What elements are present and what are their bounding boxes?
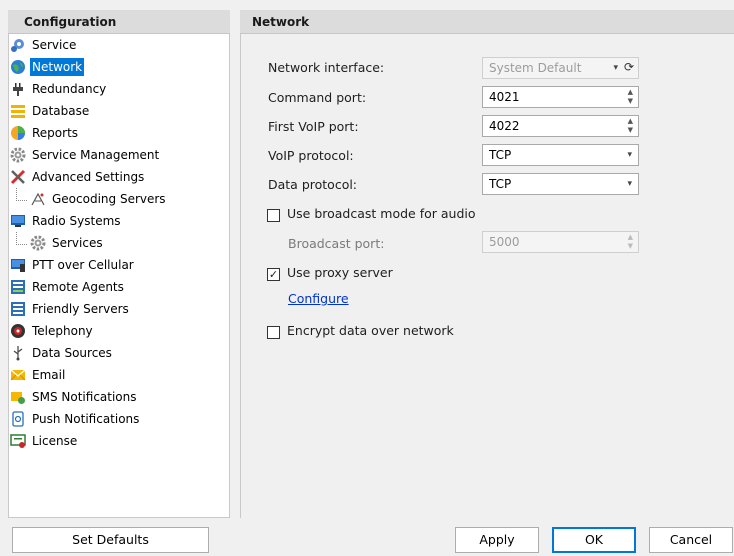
server-icon bbox=[10, 301, 26, 317]
proxy-server-label: Use proxy server bbox=[287, 265, 393, 280]
service-gear-icon bbox=[10, 37, 26, 53]
sms-icon bbox=[10, 389, 26, 405]
tree-item-redundancy[interactable]: Redundancy bbox=[10, 80, 108, 98]
tree-item-geocoding-servers[interactable]: Geocoding Servers bbox=[30, 190, 168, 208]
gear-icon bbox=[30, 235, 46, 251]
network-header: Network bbox=[240, 10, 734, 34]
tree-item-service[interactable]: Service bbox=[10, 36, 78, 54]
plug-icon bbox=[10, 81, 26, 97]
first-voip-port-label: First VoIP port: bbox=[268, 119, 359, 134]
chevron-down-icon: ▾ bbox=[627, 179, 632, 189]
cellular-icon bbox=[10, 257, 26, 273]
configuration-header: Configuration bbox=[8, 10, 230, 34]
broadcast-port-label: Broadcast port: bbox=[288, 236, 385, 251]
network-interface-label: Network interface: bbox=[268, 60, 385, 75]
data-protocol-label: Data protocol: bbox=[268, 177, 358, 192]
tree-item-sms-notifications[interactable]: SMS Notifications bbox=[10, 388, 139, 406]
reports-icon bbox=[10, 125, 26, 141]
tree-item-ptt-over-cellular[interactable]: PTT over Cellular bbox=[10, 256, 136, 274]
voip-protocol-select[interactable]: TCP ▾ bbox=[482, 144, 639, 166]
tree-item-telephony[interactable]: Telephony bbox=[10, 322, 95, 340]
database-icon bbox=[10, 103, 26, 119]
cancel-button[interactable]: Cancel bbox=[649, 527, 733, 553]
tree-item-reports[interactable]: Reports bbox=[10, 124, 80, 142]
refresh-icon[interactable]: ⟳ bbox=[624, 57, 634, 77]
broadcast-mode-checkbox[interactable] bbox=[267, 209, 280, 222]
command-port-stepper[interactable]: 4021 ▲ ▼ bbox=[482, 86, 639, 108]
tree-item-radio-systems[interactable]: Radio Systems bbox=[10, 212, 123, 230]
tree-item-email[interactable]: Email bbox=[10, 366, 67, 384]
spinner-icon: ▲ ▼ bbox=[627, 233, 633, 250]
encrypt-label: Encrypt data over network bbox=[287, 323, 454, 338]
push-icon bbox=[10, 411, 26, 427]
broadcast-mode-label: Use broadcast mode for audio bbox=[287, 206, 476, 221]
spinner-icon[interactable]: ▲ ▼ bbox=[628, 88, 633, 106]
tree-item-remote-agents[interactable]: Remote Agents bbox=[10, 278, 126, 296]
set-defaults-button[interactable]: Set Defaults bbox=[12, 527, 209, 553]
tree-connector bbox=[16, 188, 27, 201]
geocoding-icon bbox=[30, 191, 46, 207]
data-protocol-select[interactable]: TCP ▾ bbox=[482, 173, 639, 195]
tree-connector bbox=[16, 232, 27, 245]
network-interface-select[interactable]: System Default ▾ ⟳ bbox=[482, 57, 639, 79]
usb-icon bbox=[10, 345, 26, 361]
tree-item-advanced-settings[interactable]: Advanced Settings bbox=[10, 168, 146, 186]
license-icon bbox=[10, 433, 26, 449]
tree-item-data-sources[interactable]: Data Sources bbox=[10, 344, 114, 362]
tree-item-service-management[interactable]: Service Management bbox=[10, 146, 161, 164]
tree-item-friendly-servers[interactable]: Friendly Servers bbox=[10, 300, 131, 318]
email-icon bbox=[10, 367, 26, 383]
spinner-icon[interactable]: ▲ ▼ bbox=[628, 117, 633, 135]
tree-item-push-notifications[interactable]: Push Notifications bbox=[10, 410, 141, 428]
tree-item-database[interactable]: Database bbox=[10, 102, 91, 120]
gear-icon bbox=[10, 147, 26, 163]
chevron-down-icon: ▾ bbox=[627, 150, 632, 160]
chevron-down-icon: ▾ bbox=[613, 63, 618, 73]
configure-link[interactable]: Configure bbox=[288, 291, 349, 306]
ok-button[interactable]: OK bbox=[552, 527, 636, 553]
voip-protocol-label: VoIP protocol: bbox=[268, 148, 354, 163]
agent-icon bbox=[10, 279, 26, 295]
tree-item-services[interactable]: Services bbox=[30, 234, 105, 252]
radio-icon bbox=[10, 213, 26, 229]
telephone-icon bbox=[10, 323, 26, 339]
broadcast-port-stepper[interactable]: 5000 ▲ ▼ bbox=[482, 231, 639, 253]
encrypt-checkbox[interactable] bbox=[267, 326, 280, 339]
tree-item-network[interactable]: Network bbox=[10, 58, 85, 76]
proxy-server-checkbox[interactable]: ✓ bbox=[267, 268, 280, 281]
tree-item-license[interactable]: License bbox=[10, 432, 79, 450]
command-port-label: Command port: bbox=[268, 90, 367, 105]
globe-icon bbox=[10, 59, 26, 75]
tools-icon bbox=[10, 169, 26, 185]
apply-button[interactable]: Apply bbox=[455, 527, 539, 553]
first-voip-port-stepper[interactable]: 4022 ▲ ▼ bbox=[482, 115, 639, 137]
